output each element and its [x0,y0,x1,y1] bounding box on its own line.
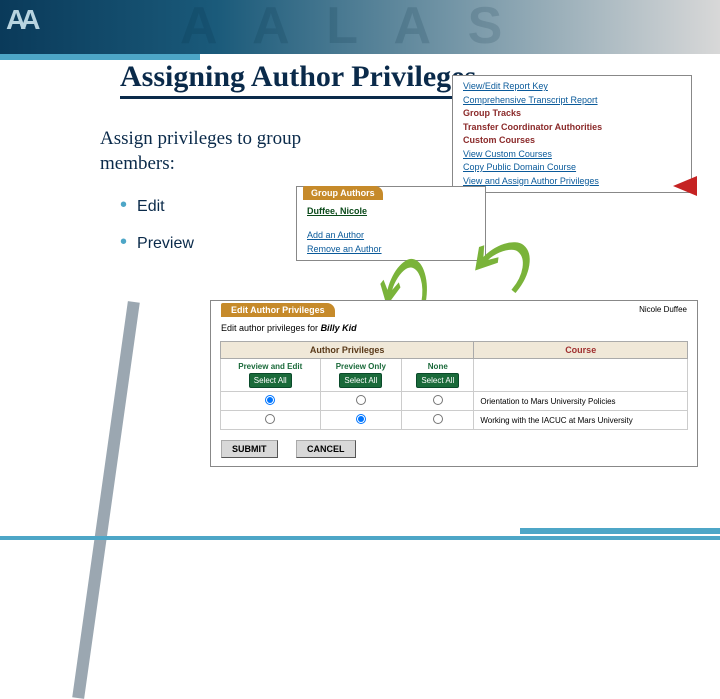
priv-radio[interactable] [356,395,366,405]
menu-link[interactable]: Copy Public Domain Course [463,161,681,175]
course-cell: Orientation to Mars University Policies [474,392,688,411]
select-all-button[interactable]: Select All [339,373,382,388]
col-label: None [408,362,467,371]
table-row: Working with the IACUC at Mars Universit… [221,411,688,430]
menu-header: Custom Courses [463,134,681,148]
menu-link[interactable]: Comprehensive Transcript Report [463,94,681,108]
current-user-label: Nicole Duffee [639,305,687,314]
select-all-button[interactable]: Select All [249,373,292,388]
course-cell: Working with the IACUC at Mars Universit… [474,411,688,430]
course-header: Course [474,342,688,359]
menu-header: Transfer Coordinator Authorities [463,121,681,135]
author-name-link[interactable]: Duffee, Nicole [307,206,367,216]
accent-bar [0,536,720,540]
edit-privileges-subtitle: Edit author privileges for Billy Kid [221,323,687,333]
priv-radio[interactable] [433,414,443,424]
privileges-table: Author Privileges Course Preview and Edi… [220,341,688,430]
banner-logo: AA [6,4,34,36]
group-authors-panel: Group Authors Duffee, Nicole Add an Auth… [296,186,486,261]
menu-link-assign-privileges[interactable]: View and Assign Author Privileges [463,175,681,189]
callout-arrow-icon [673,176,697,196]
priv-radio[interactable] [433,395,443,405]
edge-decor [72,301,140,699]
admin-menu-panel: View/Edit Report Key Comprehensive Trans… [452,75,692,193]
add-author-link[interactable]: Add an Author [307,230,475,240]
col-label: Preview Only [327,362,396,371]
cancel-button[interactable]: CANCEL [296,440,356,458]
menu-link[interactable]: View/Edit Report Key [463,80,681,94]
accent-bar [0,54,200,60]
table-row: Orientation to Mars University Policies [221,392,688,411]
intro-text: Assign privileges to group members: [100,127,360,176]
col-label: Preview and Edit [227,362,314,371]
menu-header: Group Tracks [463,107,681,121]
submit-button[interactable]: SUBMIT [221,440,278,458]
slide-banner: AA A A L A S [0,0,720,54]
priv-radio[interactable] [356,414,366,424]
edit-privileges-tab: Edit Author Privileges [221,303,335,317]
banner-watermark: A A L A S [180,0,514,54]
menu-link[interactable]: View Custom Courses [463,148,681,162]
group-authors-tab: Group Authors [303,186,383,200]
accent-bar [520,528,720,534]
priv-radio[interactable] [265,414,275,424]
privileges-header: Author Privileges [221,342,474,359]
edit-privileges-panel: Nicole Duffee Edit Author Privileges Edi… [210,300,698,467]
select-all-button[interactable]: Select All [416,373,459,388]
priv-radio[interactable] [265,395,275,405]
